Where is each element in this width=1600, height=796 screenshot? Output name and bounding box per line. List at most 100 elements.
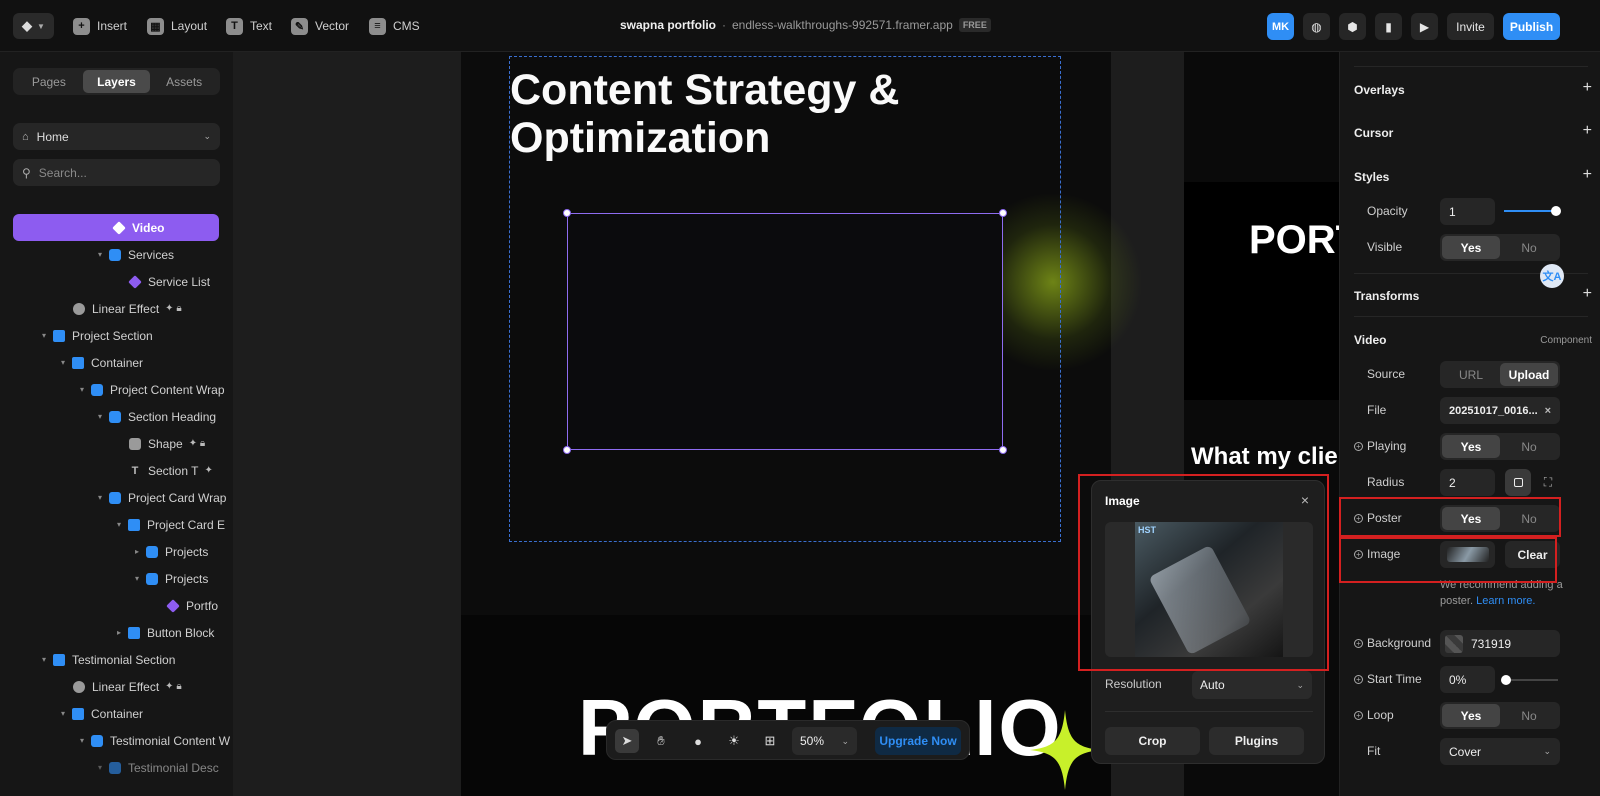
file-label: File xyxy=(1367,403,1387,417)
playing-yes[interactable]: Yes xyxy=(1442,435,1500,458)
opacity-slider[interactable] xyxy=(1504,206,1561,216)
learn-more-link[interactable]: Learn more. xyxy=(1476,595,1535,607)
layer-item[interactable]: Shape ✦ 🔒︎ xyxy=(13,430,233,457)
select-tool[interactable]: ➤ xyxy=(615,729,639,753)
cursor-section[interactable]: Cursor xyxy=(1354,126,1393,140)
caret-down-icon: ▾ xyxy=(97,412,102,421)
insert-button[interactable]: + Insert xyxy=(73,14,127,38)
layer-item[interactable]: Linear Effect ✦ 🔒︎ xyxy=(13,295,233,322)
layer-item[interactable]: Portfo xyxy=(13,592,233,619)
layer-label: Portfo xyxy=(186,598,219,613)
visible-yes[interactable]: Yes xyxy=(1442,236,1500,259)
page-select[interactable]: ⌂ Home ⌄ xyxy=(13,123,220,150)
layout-button[interactable]: ▦ Layout xyxy=(147,14,207,38)
settings-button[interactable]: ⬢ xyxy=(1339,13,1366,40)
variable-plus-icon[interactable]: + xyxy=(1354,674,1363,684)
layer-item[interactable]: ▸ Button Block xyxy=(13,619,233,646)
text-button[interactable]: T Text xyxy=(226,14,272,38)
layer-item[interactable]: ▾ Container xyxy=(13,349,233,376)
add-cursor-icon[interactable]: + xyxy=(1583,122,1592,140)
resize-handle[interactable] xyxy=(563,209,571,217)
layer-item[interactable]: ▾ Testimonial Content W xyxy=(13,727,233,754)
upgrade-button[interactable]: Upgrade Now xyxy=(875,727,961,755)
layer-item[interactable]: ▸ Projects xyxy=(13,538,233,565)
layer-item[interactable]: Service List xyxy=(13,268,233,295)
source-upload[interactable]: Upload xyxy=(1500,363,1558,386)
move-icon: ✦ xyxy=(204,465,213,476)
opacity-input[interactable]: 1 xyxy=(1440,198,1495,225)
resolution-select[interactable]: Auto ⌄ xyxy=(1192,671,1312,699)
layer-item[interactable]: ▾ Project Card E xyxy=(13,511,233,538)
radius-input[interactable]: 2 xyxy=(1440,469,1495,496)
fit-select[interactable]: Cover ⌄ xyxy=(1440,738,1560,765)
add-transform-icon[interactable]: + xyxy=(1583,285,1592,303)
add-style-icon[interactable]: + xyxy=(1583,166,1592,184)
top-bar: ◆ ▼ + Insert ▦ Layout T Text ✎ Vector ≡ … xyxy=(0,0,1600,52)
caret-down-icon: ▾ xyxy=(116,520,121,529)
transforms-section[interactable]: Transforms xyxy=(1354,289,1419,303)
playing-no[interactable]: No xyxy=(1500,435,1558,458)
start-time-slider[interactable] xyxy=(1501,675,1558,685)
layer-item[interactable]: ▾ Project Section xyxy=(13,322,233,349)
visible-no[interactable]: No xyxy=(1500,236,1558,259)
layer-item[interactable]: ▾ Projects xyxy=(13,565,233,592)
translate-icon[interactable]: 文A xyxy=(1540,264,1564,288)
layer-item[interactable]: ▾ Project Content Wrap xyxy=(13,376,233,403)
video-element[interactable] xyxy=(567,213,1003,450)
zoom-select[interactable]: 50% ⌄ xyxy=(792,727,857,755)
layer-item[interactable]: Video xyxy=(13,214,219,241)
publish-button[interactable]: Publish xyxy=(1503,13,1560,40)
layer-item[interactable]: ▾ Services xyxy=(13,241,233,268)
comment-tool[interactable]: ● xyxy=(686,729,710,753)
framer-menu-button[interactable]: ◆ ▼ xyxy=(13,13,54,39)
layer-item[interactable]: Linear Effect ✦ 🔒︎ xyxy=(13,673,233,700)
analytics-button[interactable]: ▮ xyxy=(1375,13,1402,40)
variable-plus-icon[interactable]: + xyxy=(1354,441,1363,451)
tab-layers[interactable]: Layers xyxy=(82,70,151,93)
start-time-input[interactable]: 0% xyxy=(1440,666,1495,693)
loop-no[interactable]: No xyxy=(1500,704,1558,727)
radius-uniform-button[interactable] xyxy=(1505,469,1531,496)
tab-assets[interactable]: Assets xyxy=(150,70,218,93)
clear-file-icon[interactable]: × xyxy=(1545,405,1551,417)
layer-item[interactable]: ▾ Container xyxy=(13,700,233,727)
highlight-box xyxy=(1078,474,1329,671)
cms-button[interactable]: ≡ CMS xyxy=(369,14,420,38)
source-url[interactable]: URL xyxy=(1442,363,1500,386)
pen-icon: ✎ xyxy=(291,17,308,35)
layer-item[interactable]: ▾ Project Card Wrap xyxy=(13,484,233,511)
user-avatar[interactable]: MK xyxy=(1267,13,1294,40)
start-time-slider-thumb[interactable] xyxy=(1501,675,1511,685)
layer-search-input[interactable]: ⚲ Search... xyxy=(13,159,220,186)
add-overlay-icon[interactable]: + xyxy=(1583,79,1592,97)
loop-yes[interactable]: Yes xyxy=(1442,704,1500,727)
layer-item[interactable]: ▾ Testimonial Section xyxy=(13,646,233,673)
background-row-label: + Background xyxy=(1354,636,1431,650)
resize-handle[interactable] xyxy=(999,209,1007,217)
theme-tool[interactable]: ☀ xyxy=(722,729,746,753)
hand-tool[interactable]: ✋︎ xyxy=(649,729,673,753)
overlays-section[interactable]: Overlays xyxy=(1354,83,1405,97)
project-title[interactable]: swapna portfolio · endless-walkthroughs-… xyxy=(620,18,991,32)
invite-button[interactable]: Invite xyxy=(1447,13,1494,40)
crop-button[interactable]: Crop xyxy=(1105,727,1200,755)
variable-plus-icon[interactable]: + xyxy=(1354,710,1363,720)
tab-pages[interactable]: Pages xyxy=(15,70,83,93)
plugins-tool[interactable]: ⊞ xyxy=(758,729,782,753)
file-field[interactable]: 20251017_0016... × xyxy=(1440,397,1560,424)
resize-handle[interactable] xyxy=(999,446,1007,454)
preview-button[interactable]: ▶ xyxy=(1411,13,1438,40)
variable-plus-icon[interactable]: + xyxy=(1354,638,1363,648)
radius-individual-button[interactable]: ⛶ xyxy=(1535,469,1561,496)
vector-button[interactable]: ✎ Vector xyxy=(291,14,349,38)
styles-section[interactable]: Styles xyxy=(1354,170,1389,184)
zoom-value: 50% xyxy=(800,734,825,748)
resize-handle[interactable] xyxy=(563,446,571,454)
layer-item[interactable]: ▾ Testimonial Desc xyxy=(13,754,233,781)
layer-item[interactable]: T Section T ✦ xyxy=(13,457,233,484)
plugins-button[interactable]: Plugins xyxy=(1209,727,1304,755)
opacity-slider-thumb[interactable] xyxy=(1551,206,1561,216)
globe-button[interactable]: ◍ xyxy=(1303,13,1330,40)
background-color-field[interactable]: 731919 xyxy=(1440,630,1560,657)
layer-item[interactable]: ▾ Section Heading xyxy=(13,403,233,430)
